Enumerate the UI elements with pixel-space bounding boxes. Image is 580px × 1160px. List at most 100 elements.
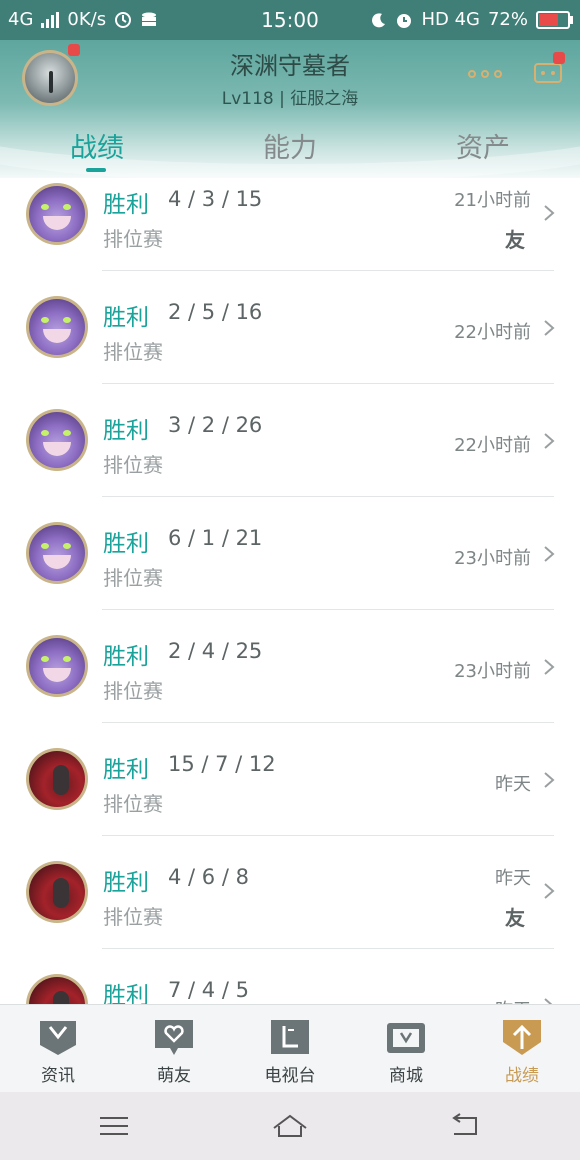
tab-ability[interactable]: 能力 <box>220 126 360 165</box>
chevron-right-icon <box>544 433 555 449</box>
match-time: 23小时前 <box>454 548 531 569</box>
champion-portrait <box>29 864 85 920</box>
match-row[interactable]: 胜利 6 / 1 / 21 排位赛 23小时前 <box>0 497 580 610</box>
match-result: 胜利 <box>103 757 149 783</box>
tab-assets[interactable]: 资产 <box>413 126 553 165</box>
champion-avatar <box>26 748 88 810</box>
news-icon <box>40 1021 76 1055</box>
match-mode: 排位赛 <box>103 453 163 477</box>
match-result: 胜利 <box>103 644 149 670</box>
menu-icon[interactable] <box>94 1110 134 1142</box>
bottom-nav: 资讯 萌友 电视台 商城 战绩 <box>0 1004 580 1093</box>
chevron-right-icon <box>544 205 555 221</box>
nav-record-label: 战绩 <box>505 1066 539 1086</box>
match-time: 昨天 <box>495 996 531 1004</box>
friend-badge: 友 <box>505 906 525 930</box>
system-nav-bar <box>0 1092 580 1160</box>
shop-icon <box>387 1023 425 1053</box>
tab-bar: 战绩 能力 资产 <box>0 120 580 176</box>
back-icon[interactable] <box>446 1110 486 1142</box>
match-result: 胜利 <box>103 531 149 557</box>
champion-avatar <box>26 296 88 358</box>
match-mode: 排位赛 <box>103 340 163 364</box>
moon-icon <box>372 12 386 27</box>
tv-icon <box>271 1020 309 1054</box>
champion-avatar <box>26 861 88 923</box>
status-bar: 4G 0K/s 15:00 HD 4G 72% <box>0 0 580 40</box>
chevron-right-icon <box>544 659 555 675</box>
match-result: 胜利 <box>103 983 149 1004</box>
champion-portrait <box>29 638 85 694</box>
match-list[interactable]: 胜利 4 / 3 / 15 排位赛 21小时前友胜利 2 / 5 / 16 排位赛 22小时… <box>0 178 580 1004</box>
champion-portrait <box>29 299 85 355</box>
match-row[interactable]: 胜利7 / 4 / 5排位赛昨天 <box>0 949 580 1004</box>
chevron-right-icon <box>544 883 555 899</box>
champion-avatar <box>26 522 88 584</box>
match-kda: 2 / 4 / 25 <box>168 639 263 663</box>
match-kda: 2 / 5 / 16 <box>168 300 263 324</box>
chevron-right-icon <box>544 320 555 336</box>
match-time: 22小时前 <box>454 435 531 456</box>
message-notification-dot <box>553 52 565 64</box>
match-result: 胜利 <box>103 870 149 896</box>
friend-badge: 友 <box>505 228 525 252</box>
match-kda: 4 / 3 / 15 <box>168 187 263 211</box>
record-icon <box>503 1020 541 1055</box>
match-mode: 排位赛 <box>103 905 163 929</box>
tab-record[interactable]: 战绩 <box>27 126 167 165</box>
friends-icon <box>155 1020 193 1055</box>
home-icon[interactable] <box>270 1110 310 1142</box>
nav-shop[interactable]: 商城 <box>361 1017 451 1086</box>
match-kda: 15 / 7 / 12 <box>168 752 276 776</box>
nav-friends-label: 萌友 <box>157 1066 191 1086</box>
champion-portrait <box>29 977 85 1004</box>
chevron-right-icon <box>544 546 555 562</box>
chevron-right-icon <box>544 998 553 1004</box>
nav-record[interactable]: 战绩 <box>477 1017 567 1086</box>
nav-shop-label: 商城 <box>389 1066 423 1086</box>
battery-icon <box>536 10 573 29</box>
nav-friends[interactable]: 萌友 <box>129 1017 219 1086</box>
more-icon[interactable] <box>468 70 502 78</box>
champion-portrait <box>29 186 85 242</box>
match-kda: 6 / 1 / 21 <box>168 526 263 550</box>
match-result: 胜利 <box>103 192 149 218</box>
nav-news-label: 资讯 <box>41 1066 75 1086</box>
champion-avatar <box>26 183 88 245</box>
match-kda: 7 / 4 / 5 <box>168 978 249 1002</box>
champion-portrait <box>29 412 85 468</box>
match-time: 21小时前 <box>454 190 531 211</box>
network-label: HD 4G <box>421 9 480 30</box>
match-time: 昨天 <box>495 868 531 889</box>
match-time: 22小时前 <box>454 322 531 343</box>
nav-tv[interactable]: 电视台 <box>245 1017 335 1086</box>
match-row[interactable]: 胜利 2 / 4 / 25 排位赛 23小时前 <box>0 610 580 723</box>
match-row[interactable]: 胜利 15 / 7 / 12 排位赛 昨天 <box>0 723 580 836</box>
match-mode: 排位赛 <box>103 792 163 816</box>
match-row[interactable]: 胜利 4 / 6 / 8 排位赛 昨天友 <box>0 836 580 949</box>
match-row[interactable]: 胜利 2 / 5 / 16 排位赛 22小时前 <box>0 271 580 384</box>
match-mode: 排位赛 <box>103 566 163 590</box>
champion-portrait <box>29 525 85 581</box>
match-mode: 排位赛 <box>103 227 163 251</box>
champion-avatar <box>26 635 88 697</box>
nav-tv-label: 电视台 <box>264 1066 316 1086</box>
chevron-right-icon <box>544 772 555 788</box>
match-kda: 4 / 6 / 8 <box>168 865 249 889</box>
match-row[interactable]: 胜利 4 / 3 / 15 排位赛 21小时前友 <box>0 178 580 271</box>
player-level: Lv118 | 征服之海 <box>221 89 359 109</box>
alarm-icon <box>397 13 412 28</box>
champion-avatar <box>26 974 88 1004</box>
match-row[interactable]: 胜利 3 / 2 / 26 排位赛 22小时前 <box>0 384 580 497</box>
match-result: 胜利 <box>103 305 149 331</box>
match-time: 昨天 <box>495 774 531 795</box>
champion-avatar <box>26 409 88 471</box>
battery-percent: 72% <box>487 9 528 30</box>
nav-news[interactable]: 资讯 <box>13 1017 103 1086</box>
active-tab-indicator <box>86 168 106 172</box>
champion-portrait <box>29 751 85 807</box>
match-mode: 排位赛 <box>103 679 163 703</box>
match-result: 胜利 <box>103 418 149 444</box>
match-kda: 3 / 2 / 26 <box>168 413 263 437</box>
match-time: 23小时前 <box>454 661 531 682</box>
